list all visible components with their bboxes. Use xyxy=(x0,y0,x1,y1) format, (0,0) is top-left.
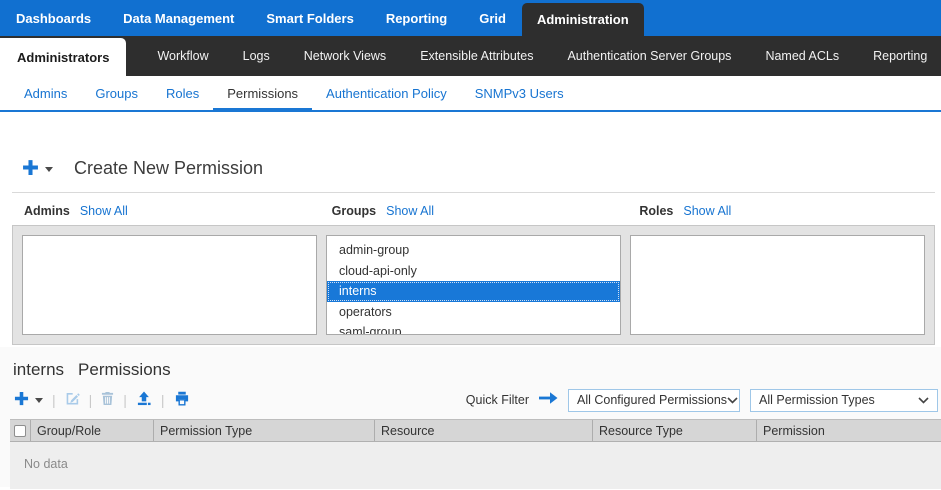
chevron-down-icon xyxy=(918,391,929,409)
tab-admins[interactable]: Admins xyxy=(10,76,81,110)
trash-icon xyxy=(101,391,114,409)
toolbar-separator: | xyxy=(89,392,93,408)
permissions-heading: interns Permissions xyxy=(13,360,941,380)
empty-table-message: No data xyxy=(10,442,941,471)
upload-icon xyxy=(136,391,152,409)
edit-icon xyxy=(65,391,80,409)
create-section-title: Create New Permission xyxy=(74,158,263,179)
create-permission-header: Create New Permission xyxy=(22,158,941,179)
permissions-title: Permissions xyxy=(78,360,171,379)
group-item[interactable]: cloud-api-only xyxy=(327,261,620,282)
column-resource-type[interactable]: Resource Type xyxy=(593,420,757,441)
tab-roles[interactable]: Roles xyxy=(152,76,213,110)
tab-permissions[interactable]: Permissions xyxy=(213,76,312,110)
group-item-selected[interactable]: interns xyxy=(327,281,620,302)
group-item[interactable]: saml-group xyxy=(327,322,620,335)
roles-label: Roles xyxy=(639,204,673,218)
permissions-table: Group/Role Permission Type Resource Reso… xyxy=(10,419,941,489)
column-permission-type[interactable]: Permission Type xyxy=(154,420,375,441)
plus-icon xyxy=(22,159,39,179)
edit-button[interactable] xyxy=(65,391,80,409)
chevron-down-icon xyxy=(35,398,43,407)
selector-labels: Admins Show All Groups Show All Roles Sh… xyxy=(12,204,935,218)
selected-group-name: interns xyxy=(13,360,64,379)
permission-types-select[interactable]: All Permission Types xyxy=(750,389,938,412)
roles-show-all-link[interactable]: Show All xyxy=(683,204,731,218)
column-permission[interactable]: Permission xyxy=(757,420,941,441)
print-button[interactable] xyxy=(174,391,190,409)
quick-filter-area: Quick Filter All Configured Permissions … xyxy=(466,389,938,412)
tertiary-nav: Admins Groups Roles Permissions Authenti… xyxy=(0,76,941,112)
admins-label: Admins xyxy=(24,204,70,218)
tab-named-acls[interactable]: Named ACLs xyxy=(750,36,854,76)
tab-workflow[interactable]: Workflow xyxy=(142,36,223,76)
tab-reporting[interactable]: Reporting xyxy=(858,36,941,76)
nav-dashboards[interactable]: Dashboards xyxy=(0,0,107,36)
toolbar-separator: | xyxy=(52,392,56,408)
add-permission-button[interactable] xyxy=(14,391,43,409)
printer-icon xyxy=(174,391,190,409)
tab-network-views[interactable]: Network Views xyxy=(289,36,401,76)
upload-button[interactable] xyxy=(136,391,152,409)
table-body: No data xyxy=(10,442,941,489)
arrow-right-icon xyxy=(538,391,559,410)
tab-logs[interactable]: Logs xyxy=(228,36,285,76)
admins-listbox[interactable] xyxy=(22,235,317,335)
nav-administration[interactable]: Administration xyxy=(522,3,644,36)
delete-button[interactable] xyxy=(101,391,114,409)
create-permission-add-button[interactable] xyxy=(22,159,53,179)
primary-nav: Dashboards Data Management Smart Folders… xyxy=(0,0,941,36)
table-header: Group/Role Permission Type Resource Reso… xyxy=(10,419,941,442)
tab-administrators[interactable]: Administrators xyxy=(0,38,126,76)
section-divider xyxy=(12,192,935,193)
toolbar-separator: | xyxy=(123,392,127,408)
toolbar-separator: | xyxy=(161,392,165,408)
groups-label: Groups xyxy=(332,204,376,218)
chevron-down-icon xyxy=(45,167,53,176)
header-checkbox-cell xyxy=(10,420,31,441)
admins-show-all-link[interactable]: Show All xyxy=(80,204,128,218)
groups-listbox[interactable]: admin-group cloud-api-only interns opera… xyxy=(326,235,621,335)
quick-filter-label: Quick Filter xyxy=(466,393,529,407)
permissions-section: interns Permissions | | | xyxy=(0,347,941,487)
nav-grid[interactable]: Grid xyxy=(463,0,522,36)
column-resource[interactable]: Resource xyxy=(375,420,593,441)
select-all-checkbox[interactable] xyxy=(14,425,26,437)
tab-extensible-attributes[interactable]: Extensible Attributes xyxy=(405,36,548,76)
selector-panel: admin-group cloud-api-only interns opera… xyxy=(12,225,935,345)
group-item[interactable]: admin-group xyxy=(327,240,620,261)
roles-listbox[interactable] xyxy=(630,235,925,335)
tab-groups[interactable]: Groups xyxy=(81,76,152,110)
plus-icon xyxy=(14,391,29,409)
tab-authentication-server-groups[interactable]: Authentication Server Groups xyxy=(552,36,746,76)
nav-smart-folders[interactable]: Smart Folders xyxy=(250,0,369,36)
permissions-toolbar: | | | | xyxy=(14,391,190,409)
column-group-role[interactable]: Group/Role xyxy=(31,420,154,441)
nav-reporting[interactable]: Reporting xyxy=(370,0,463,36)
group-item[interactable]: operators xyxy=(327,302,620,323)
groups-show-all-link[interactable]: Show All xyxy=(386,204,434,218)
nav-data-management[interactable]: Data Management xyxy=(107,0,250,36)
tab-authentication-policy[interactable]: Authentication Policy xyxy=(312,76,461,110)
secondary-nav: Administrators Workflow Logs Network Vie… xyxy=(0,36,941,76)
chevron-down-icon xyxy=(727,391,738,409)
tab-snmpv3-users[interactable]: SNMPv3 Users xyxy=(461,76,578,110)
configured-permissions-select[interactable]: All Configured Permissions xyxy=(568,389,740,412)
